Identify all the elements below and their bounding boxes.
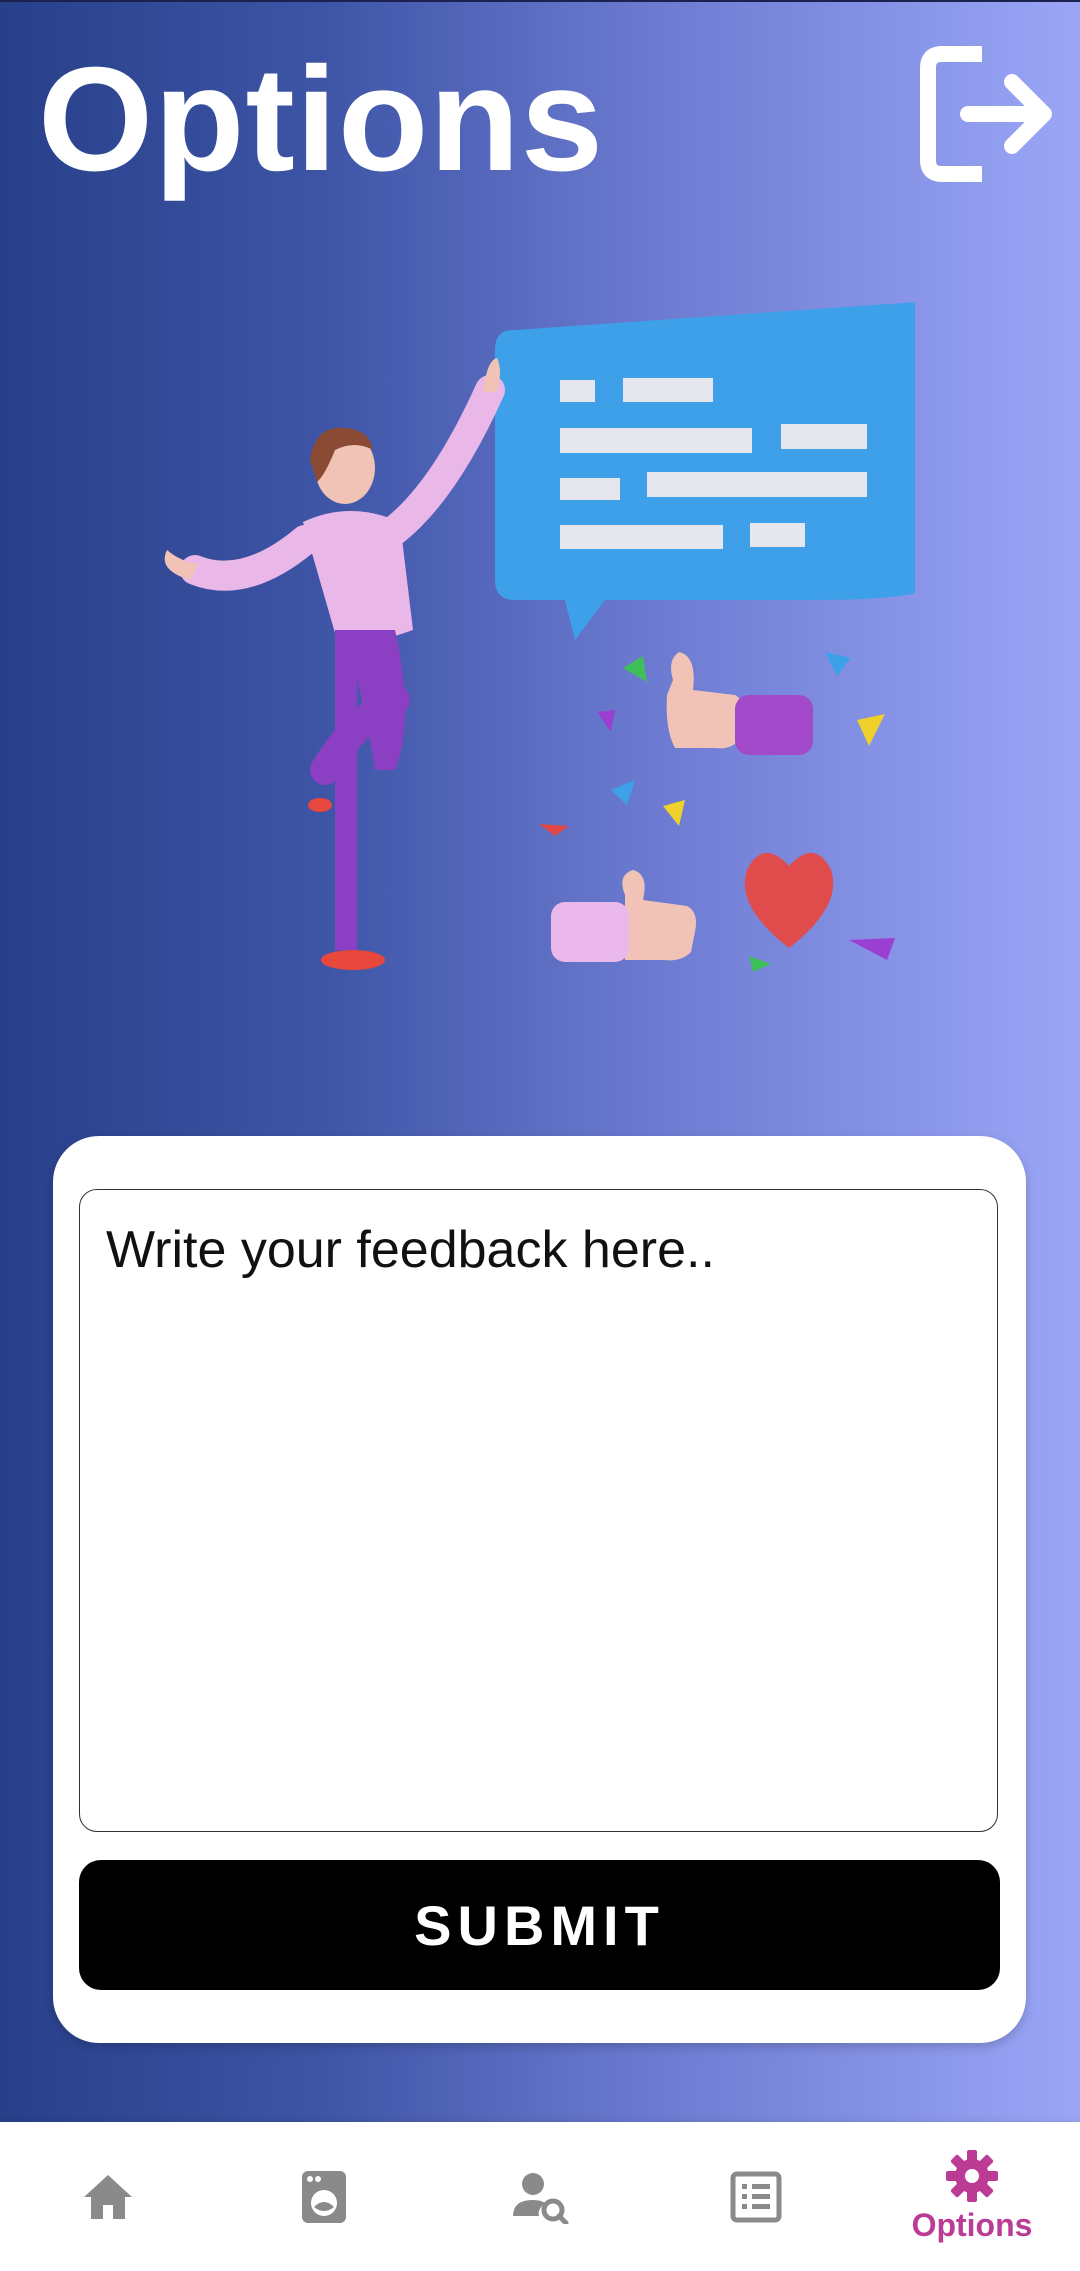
speech-bubble-icon xyxy=(495,302,915,640)
bottom-navigation: Options xyxy=(0,2122,1080,2271)
top-edge xyxy=(0,0,1080,2)
gear-icon xyxy=(946,2150,998,2202)
feedback-card: SUBMIT xyxy=(53,1136,1026,2043)
options-screen: Options Write your feedback here.. SUBMI… xyxy=(0,0,1080,2271)
thumbs-up-icon-2 xyxy=(551,870,696,962)
nav-item-options[interactable]: Options xyxy=(864,2122,1080,2271)
feedback-input[interactable] xyxy=(79,1189,998,1832)
logout-button[interactable] xyxy=(920,46,1060,182)
home-icon xyxy=(84,2174,132,2219)
nav-label-options: Options xyxy=(911,2207,1033,2243)
page-title: Options xyxy=(38,37,605,202)
heart-icon xyxy=(744,852,834,948)
submit-button[interactable]: SUBMIT xyxy=(79,1860,1000,1990)
thumbs-up-icon xyxy=(666,652,813,755)
nav-item-home[interactable] xyxy=(0,2122,216,2271)
nav-item-user-search[interactable] xyxy=(432,2122,648,2271)
list-icon xyxy=(730,2171,782,2222)
washing-machine-icon xyxy=(302,2170,346,2223)
nav-item-laundry[interactable] xyxy=(216,2122,432,2271)
user-search-icon xyxy=(513,2172,569,2224)
feedback-illustration xyxy=(164,302,915,972)
logout-icon xyxy=(920,46,1052,182)
nav-item-list[interactable] xyxy=(648,2122,864,2271)
woman-figure xyxy=(164,358,505,970)
